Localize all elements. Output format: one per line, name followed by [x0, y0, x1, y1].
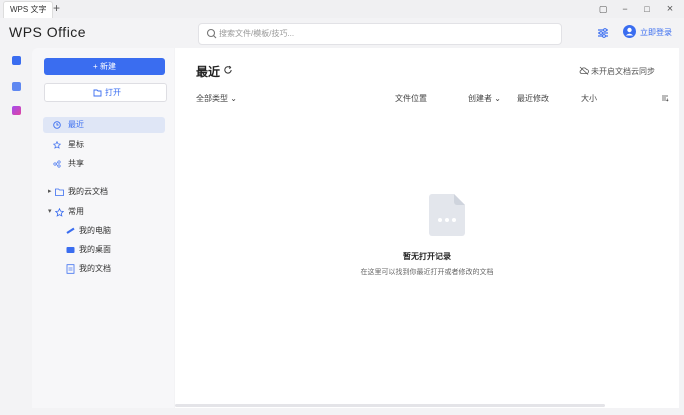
new-tab-button[interactable]: +: [53, 0, 60, 17]
nav-shared-label: 共享: [68, 159, 84, 168]
nav-recent-label: 最近: [68, 120, 84, 129]
sub-item-label: 我的电脑: [79, 226, 111, 235]
tree-cloud-docs-label: 我的云文档: [68, 187, 108, 196]
cloud-off-icon: [579, 66, 589, 75]
empty-document-icon: [429, 194, 465, 236]
tree-common-label: 常用: [68, 207, 84, 216]
collapse-arrow-icon[interactable]: ▾: [48, 205, 52, 219]
document-tab[interactable]: WPS 文字: [3, 1, 54, 18]
list-options-icon[interactable]: [660, 93, 670, 103]
login-link[interactable]: 立即登录: [640, 27, 672, 38]
nav-starred-label: 星标: [68, 140, 84, 149]
column-header-location: 文件位置: [395, 94, 427, 103]
templates-app-icon[interactable]: [12, 82, 21, 91]
close-window-button[interactable]: ×: [663, 2, 677, 16]
document-icon: [66, 264, 75, 274]
settings-sliders-icon[interactable]: [596, 26, 610, 40]
new-button[interactable]: + 新建: [44, 58, 165, 75]
nav-starred[interactable]: 星标: [43, 137, 165, 153]
search-placeholder: 搜索文件/模板/技巧...: [219, 29, 295, 38]
maximize-button[interactable]: □: [640, 2, 654, 16]
filter-creator[interactable]: 创建者 ⌄: [468, 93, 501, 104]
sidebar: + 新建 打开 最近 星标 共享 ▸ 我的云文档 ▾ 常用 我的电脑 我的桌面 …: [32, 48, 174, 408]
star-outline-icon: [55, 208, 64, 217]
refresh-icon[interactable]: [223, 65, 233, 75]
open-label: 打开: [105, 88, 121, 97]
nav-shared[interactable]: 共享: [43, 156, 165, 172]
cloud-sync-status[interactable]: 未开启文档云同步: [579, 66, 655, 77]
empty-state-subtitle: 在这里可以找到你最近打开或者修改的文档: [360, 269, 494, 276]
pin-window-button[interactable]: ▢: [596, 2, 610, 16]
search-icon: [206, 28, 217, 39]
desktop-icon: [66, 247, 75, 253]
main-panel: 最近 未开启文档云同步 全部类型 ⌄ 文件位置 创建者 ⌄ 最近修改 大小 暂无…: [175, 48, 679, 408]
star-icon: [53, 141, 61, 149]
column-header-size[interactable]: 大小: [581, 93, 597, 104]
empty-state-title: 暂无打开记录: [403, 252, 451, 261]
filter-all-types[interactable]: 全部类型 ⌄: [196, 93, 237, 104]
user-avatar-icon[interactable]: [623, 25, 636, 38]
clock-icon: [53, 121, 61, 129]
cloud-sync-label: 未开启文档云同步: [591, 67, 655, 76]
title-bar: WPS 文字 + ▢ − □ ×: [0, 0, 684, 18]
minimize-button[interactable]: −: [618, 2, 632, 16]
sub-item-label: 我的文档: [79, 264, 111, 273]
cloud-folder-icon: [55, 188, 64, 196]
sub-item-label: 我的桌面: [79, 245, 111, 254]
search-box[interactable]: 搜索文件/模板/技巧...: [198, 23, 562, 45]
docs-app-icon[interactable]: [12, 56, 21, 65]
wps-logo: WPS Office: [9, 24, 87, 40]
tab-label: WPS 文字: [10, 5, 47, 14]
nav-recent[interactable]: 最近: [43, 117, 165, 133]
horizontal-scrollbar[interactable]: [175, 404, 605, 407]
app-rail: [0, 48, 32, 415]
page-title: 最近: [196, 65, 221, 79]
share-icon: [53, 160, 61, 168]
app-header: WPS Office 搜索文件/模板/技巧... 立即登录: [0, 18, 684, 48]
column-header-modified[interactable]: 最近修改: [517, 93, 549, 104]
folder-open-icon: [93, 89, 102, 97]
open-button[interactable]: 打开: [44, 83, 167, 102]
apps-icon[interactable]: [12, 106, 21, 115]
expand-arrow-icon[interactable]: ▸: [48, 185, 52, 199]
computer-icon: [66, 227, 75, 234]
